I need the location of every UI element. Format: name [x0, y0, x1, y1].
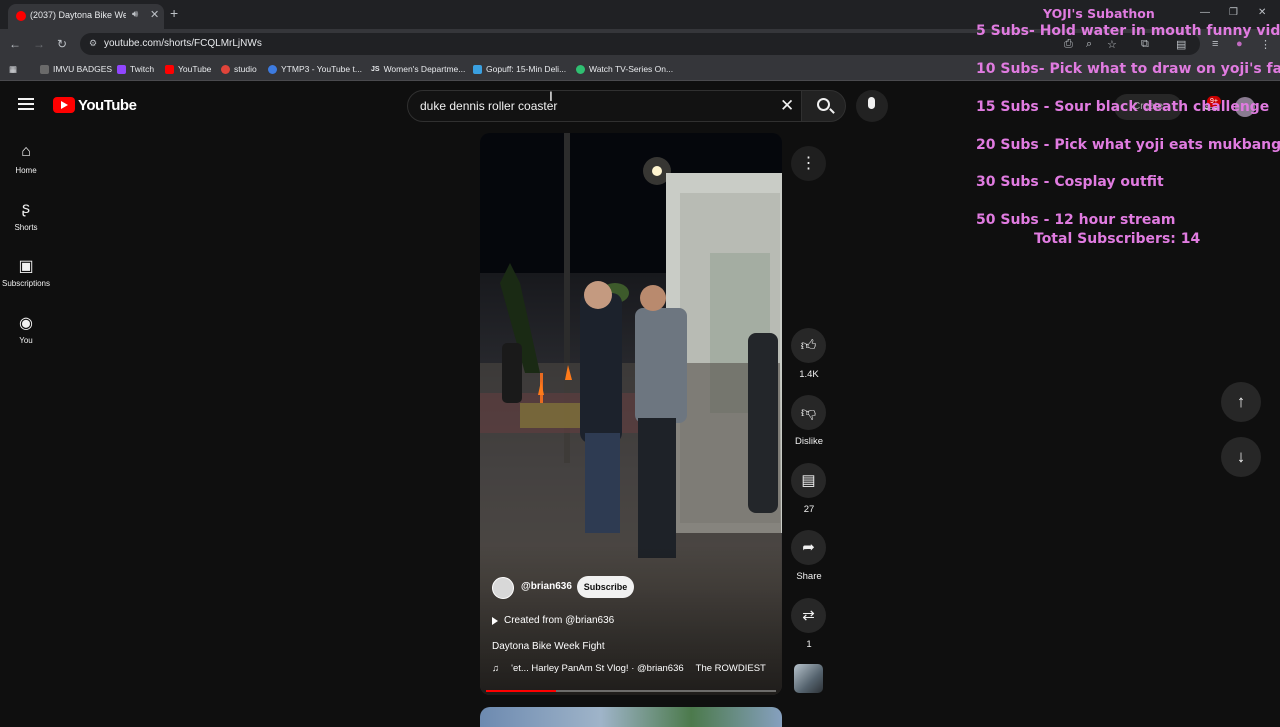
remix-button[interactable]: ⇄ [791, 598, 826, 633]
bookmark-imvu-badges[interactable]: IMVU BADGES [40, 64, 112, 74]
next-short-preview[interactable] [480, 707, 782, 727]
subathon-goal: 50 Subs - 12 hour stream [976, 212, 1176, 228]
tab-close-icon[interactable]: ✕ [150, 8, 159, 21]
shorts-video-player[interactable]: @brian636 Subscribe Created from @brian6… [480, 133, 782, 695]
bookmark-womens-department[interactable]: JS Women's Departme... [371, 64, 465, 74]
channel-avatar[interactable] [492, 577, 514, 599]
remix-count: 1 [806, 639, 812, 650]
speaker-icon[interactable]: 🔊︎ [132, 9, 138, 20]
url-text[interactable]: youtube.com/shorts/FCQLMrLjNWs [104, 38, 262, 49]
like-button[interactable]: 👍︎ [791, 328, 826, 363]
youtube-logo-icon[interactable] [53, 97, 75, 113]
sidebar-item-shorts[interactable]: ʂ Shorts [0, 200, 52, 232]
bookmark-watch-tv[interactable]: Watch TV-Series On... [576, 64, 673, 74]
ytmp3-icon [268, 64, 277, 74]
profile-avatar-icon[interactable]: ● [1236, 38, 1243, 50]
bookmark-studio[interactable]: studio [221, 64, 257, 74]
imvu-icon [40, 64, 49, 74]
media-control-icon[interactable]: ▤ [1176, 38, 1186, 51]
youtube-favicon-icon [16, 11, 26, 21]
dislike-label: Dislike [795, 436, 823, 447]
shorts-icon: ʂ [22, 200, 30, 217]
sidebar-item-home[interactable]: ⌂ Home [0, 143, 52, 175]
thumbs-down-icon: 👎︎ [800, 404, 817, 421]
subathon-goal: 15 Subs - Sour black death challenge [976, 99, 1270, 115]
play-icon [492, 616, 498, 625]
comment-icon: ▤ [801, 472, 816, 489]
arrow-down-icon: ↓ [1236, 447, 1246, 466]
video-progress-bar[interactable] [486, 690, 776, 692]
comment-count: 27 [803, 504, 815, 515]
youtube-wordmark[interactable]: YouTube [78, 97, 137, 114]
new-tab-plus-icon[interactable]: + [170, 5, 178, 21]
subathon-goal: 5 Subs- Hold water in mouth funny vid [976, 23, 1280, 39]
zoom-icon[interactable]: ⌕ [1086, 38, 1092, 51]
dislike-button[interactable]: 👎︎ [791, 395, 826, 430]
gopuff-icon [473, 64, 482, 74]
back-arrow-icon[interactable]: ← [9, 37, 21, 51]
install-app-icon[interactable]: ⎙ [1064, 38, 1073, 51]
home-icon: ⌂ [21, 143, 31, 160]
tab-title: (2037) Daytona Bike Week [30, 10, 126, 20]
bookmark-youtube[interactable]: YouTube [165, 64, 211, 74]
created-from-link[interactable]: Created from @brian636 [492, 615, 614, 626]
share-button[interactable]: ➦ [791, 530, 826, 565]
thumbs-up-icon: 👍︎ [800, 337, 817, 354]
reload-icon[interactable]: ↻ [57, 37, 67, 51]
subathon-title: YOJI's Subathon [1043, 6, 1155, 21]
window-close-icon[interactable]: ✕ [1258, 7, 1266, 18]
apps-grid-icon[interactable]: ▦ [9, 64, 17, 75]
audio-track-link[interactable]: ♫ 'et... Harley PanAm St Vlog! · @brian6… [492, 663, 766, 674]
restore-icon[interactable]: ❐ [1229, 7, 1238, 18]
search-button[interactable] [801, 90, 846, 122]
menu-hamburger-icon[interactable] [18, 98, 34, 110]
share-arrow-icon: ➦ [802, 539, 815, 556]
site-info-icon[interactable]: ⚙︎ [89, 38, 97, 49]
like-count: 1.4K [799, 369, 819, 380]
clear-search-icon[interactable]: ✕ [780, 96, 794, 116]
subscribe-button[interactable]: Subscribe [577, 576, 634, 598]
video-title[interactable]: Daytona Bike Week Fight [492, 641, 605, 652]
previous-short-button[interactable]: ↑ [1221, 382, 1261, 422]
sound-thumbnail[interactable] [794, 664, 823, 693]
subscriber-total: Total Subscribers: 14 [1034, 231, 1201, 247]
reading-list-icon[interactable]: ≡ [1212, 38, 1218, 50]
subathon-goal: 10 Subs- Pick what to draw on yoji's fac… [976, 61, 1280, 77]
next-short-button[interactable]: ↓ [1221, 437, 1261, 477]
minimize-icon[interactable]: — [1200, 7, 1210, 18]
subscriptions-icon: ▣ [18, 258, 34, 275]
forward-arrow-icon[interactable]: → [33, 37, 45, 51]
comments-button[interactable]: ▤ [791, 463, 826, 498]
search-input[interactable]: duke dennis roller coaster ✕ [407, 90, 807, 122]
sidebar-item-you[interactable]: ◉ You [0, 313, 52, 345]
subathon-goal: 30 Subs - Cosplay outfit [976, 174, 1164, 190]
bookmark-ytmp3[interactable]: YTMP3 - YouTube t... [268, 64, 362, 74]
subathon-goal: 20 Subs - Pick what yoji eats mukbang [976, 137, 1280, 153]
music-note-icon: ♫ [492, 663, 500, 674]
watch-tv-icon [576, 64, 585, 74]
chrome-menu-icon[interactable]: ⋮ [1260, 38, 1271, 51]
channel-name[interactable]: @brian636 [521, 581, 572, 592]
you-icon: ◉ [19, 315, 33, 332]
more-options-button[interactable]: ⋮ [791, 146, 826, 181]
video-progress-fill [486, 690, 556, 692]
text-cursor-icon: I [549, 88, 553, 104]
studio-icon [221, 64, 230, 74]
extensions-puzzle-icon[interactable]: ⧉ [1141, 38, 1149, 51]
sidebar-item-subscriptions[interactable]: ▣ Subscriptions [0, 256, 52, 288]
bookmark-twitch[interactable]: Twitch [117, 64, 154, 74]
remix-icon: ⇄ [802, 607, 815, 624]
share-label: Share [796, 571, 822, 582]
youtube-icon [165, 64, 174, 74]
search-query-text[interactable]: duke dennis roller coaster [420, 99, 557, 113]
arrow-up-icon: ↑ [1236, 392, 1246, 411]
microphone-icon [868, 97, 875, 109]
bookmark-star-icon[interactable]: ☆ [1107, 38, 1117, 51]
js-icon: JS [371, 65, 380, 73]
voice-search-button[interactable] [856, 90, 888, 122]
bookmark-gopuff[interactable]: Gopuff: 15-Min Deli... [473, 64, 566, 74]
twitch-icon [117, 64, 126, 74]
browser-tab[interactable]: (2037) Daytona Bike Week 🔊︎ ✕ [8, 4, 164, 29]
search-icon [817, 98, 830, 111]
